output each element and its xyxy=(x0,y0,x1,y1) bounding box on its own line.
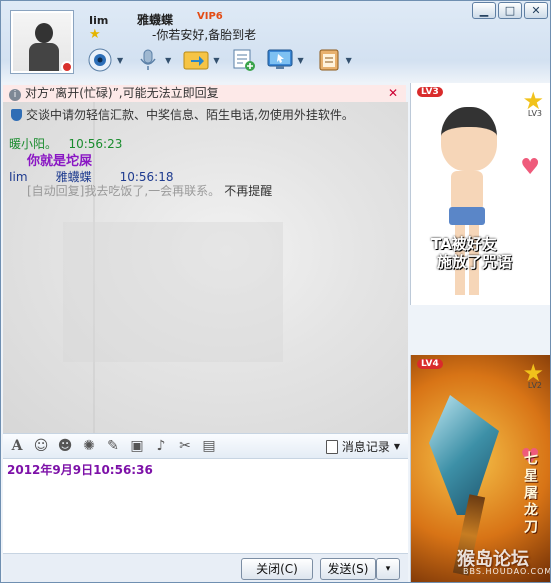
chat-window: ▁ □ ✕ Iim ★ 雅蠛蝶 VIP6 -你若安好,备胎到老 ▼ ▼ ▼ ▼ … xyxy=(0,0,551,583)
heart-icon[interactable]: ♥ xyxy=(520,155,540,180)
history-label: 消息记录 xyxy=(341,440,390,454)
briefcase-icon[interactable]: ▤ xyxy=(201,438,217,454)
vip-badge[interactable]: VIP6 xyxy=(197,11,223,22)
video-call-icon[interactable] xyxy=(85,45,115,75)
more-dropdown-arrow[interactable]: ▼ xyxy=(346,56,352,65)
spell-caption: TA被好友 施放了咒语 xyxy=(431,235,512,271)
video-dropdown-arrow[interactable]: ▼ xyxy=(117,56,123,65)
bottom-bar: 关闭(C) 发送(S) ▾ xyxy=(3,553,408,582)
remote-dropdown-arrow[interactable]: ▼ xyxy=(297,56,303,65)
close-button[interactable]: 关闭(C) xyxy=(241,558,313,580)
level-badge: LV3 xyxy=(417,87,443,97)
window-controls: ▁ □ ✕ xyxy=(472,2,548,19)
format-toolbar: A ☺ ☻ ✺ ✎ ▣ ♪ ✂ ▤ 消息记录 ▼ xyxy=(3,433,408,459)
voice-call-icon[interactable] xyxy=(133,45,163,75)
my-username: Iim xyxy=(89,14,109,27)
remote-assist-icon[interactable] xyxy=(265,45,295,75)
safety-tip-text: 交谈中请勿轻信汇款、中奖信息、陌生电话,勿使用外挂软件。 xyxy=(26,108,354,122)
level-badge: LV4 xyxy=(417,359,443,369)
chat-history[interactable]: 交谈中请勿轻信汇款、中奖信息、陌生电话,勿使用外挂软件。 暖小阳。 10:56:… xyxy=(3,102,408,433)
font-icon[interactable]: A xyxy=(9,438,25,454)
emoji-icon[interactable]: ☺ xyxy=(33,438,49,454)
message-time: 10:56:23 xyxy=(68,137,123,151)
friend-show-panel[interactable]: LV3 ★ LV3 ♥ TA被好友 施放了咒语 xyxy=(410,83,550,305)
send-button[interactable]: 发送(S) xyxy=(320,558,376,580)
close-window-button[interactable]: ✕ xyxy=(524,2,548,19)
app-icon[interactable] xyxy=(229,45,259,75)
do-not-remind-link[interactable]: 不再提醒 xyxy=(224,184,272,198)
shake-icon[interactable]: ✺ xyxy=(81,438,97,454)
shield-icon xyxy=(11,109,22,121)
safety-tip: 交谈中请勿轻信汇款、中奖信息、陌生电话,勿使用外挂软件。 xyxy=(11,106,354,123)
star-level: LV3 xyxy=(527,109,542,118)
away-notice-bar: i 对方“离开(忙碌)”,可能无法立即回复 ✕ xyxy=(3,85,406,102)
handwriting-icon[interactable]: ✎ xyxy=(105,438,121,454)
info-icon: i xyxy=(9,89,21,101)
star-icon: ★ xyxy=(89,27,101,42)
file-dropdown-arrow[interactable]: ▼ xyxy=(213,56,219,65)
watermark-url: BBS.HOUDAO.COM xyxy=(463,567,550,576)
maximize-button[interactable]: □ xyxy=(498,2,522,19)
more-icon[interactable] xyxy=(314,45,344,75)
send-options-button[interactable]: ▾ xyxy=(376,558,400,580)
auto-reply-text: [自动回复]我去吃饭了,一会再联系。 xyxy=(27,184,221,198)
auto-reply-message: [自动回复]我去吃饭了,一会再联系。 不再提醒 xyxy=(27,182,272,199)
message-sender: Iim xyxy=(9,170,28,184)
notice-close-icon[interactable]: ✕ xyxy=(388,85,398,102)
spell-caption-line1: TA被好友 xyxy=(431,235,497,253)
message-input-text: 2012年9月9日10:56:36 xyxy=(7,463,153,477)
my-show-panel[interactable]: LV4 ★ LV2 ♥ 七星屠龙刀 猴岛论坛 BBS.HOUDAO.COM xyxy=(410,355,550,582)
contact-signature: -你若安好,备胎到老 xyxy=(152,28,257,42)
message-body: 你就是坨屎 xyxy=(27,154,93,169)
message-history-button[interactable]: 消息记录 ▼ xyxy=(325,438,400,455)
sword-title: 七星屠龙刀 xyxy=(522,451,538,536)
sword-image xyxy=(429,395,499,515)
music-icon[interactable]: ♪ xyxy=(153,438,169,454)
image-icon[interactable]: ▣ xyxy=(129,438,145,454)
magic-emoji-icon[interactable]: ☻ xyxy=(57,438,73,454)
voice-dropdown-arrow[interactable]: ▼ xyxy=(165,56,171,65)
star-level: LV2 xyxy=(527,381,542,390)
history-icon xyxy=(325,439,338,454)
screenshot-icon[interactable]: ✂ xyxy=(177,438,193,454)
message-input[interactable]: 2012年9月9日10:56:36 xyxy=(3,459,408,553)
away-notice-text: 对方“离开(忙碌)”,可能无法立即回复 xyxy=(25,86,219,100)
cartoon-character xyxy=(441,107,497,171)
message-sender: 暖小阳。 xyxy=(9,137,58,151)
minimize-button[interactable]: ▁ xyxy=(472,2,496,19)
busy-status-icon xyxy=(61,61,73,73)
top-toolbar: ▼ ▼ ▼ ▼ ▼ xyxy=(85,45,356,75)
chevron-down-icon: ▼ xyxy=(393,442,400,451)
spell-caption-line2: 施放了咒语 xyxy=(437,253,513,271)
send-file-icon[interactable] xyxy=(181,45,211,75)
